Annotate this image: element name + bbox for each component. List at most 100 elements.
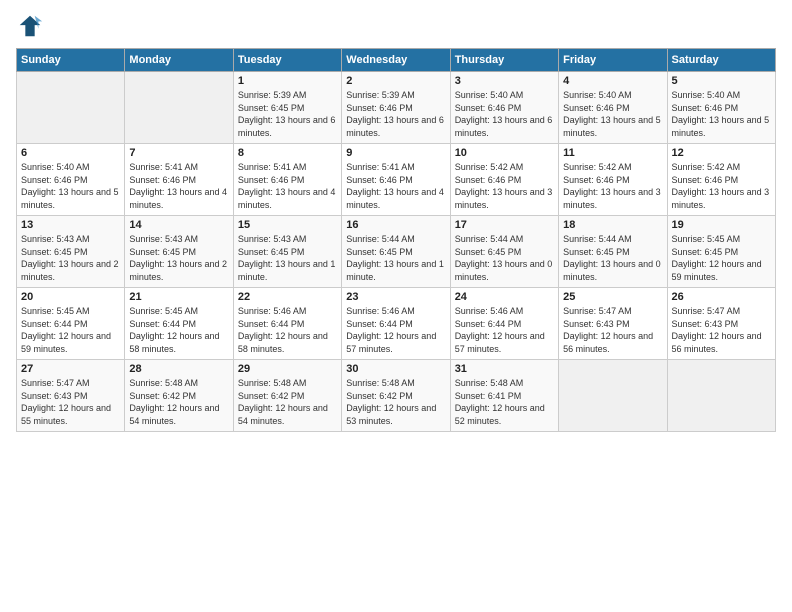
calendar-cell: 10 Sunrise: 5:42 AM Sunset: 6:46 PM Dayli… bbox=[450, 144, 558, 216]
day-number: 17 bbox=[455, 219, 554, 231]
day-info: Sunrise: 5:44 AM Sunset: 6:45 PM Dayligh… bbox=[563, 233, 662, 283]
day-number: 16 bbox=[346, 219, 445, 231]
day-info: Sunrise: 5:45 AM Sunset: 6:44 PM Dayligh… bbox=[21, 305, 120, 355]
day-info: Sunrise: 5:41 AM Sunset: 6:46 PM Dayligh… bbox=[346, 161, 445, 211]
day-info: Sunrise: 5:47 AM Sunset: 6:43 PM Dayligh… bbox=[563, 305, 662, 355]
day-number: 30 bbox=[346, 363, 445, 375]
calendar-cell: 31 Sunrise: 5:48 AM Sunset: 6:41 PM Dayli… bbox=[450, 360, 558, 432]
calendar-cell: 1 Sunrise: 5:39 AM Sunset: 6:45 PM Daylig… bbox=[233, 72, 341, 144]
day-number: 31 bbox=[455, 363, 554, 375]
day-info: Sunrise: 5:46 AM Sunset: 6:44 PM Dayligh… bbox=[455, 305, 554, 355]
calendar-cell: 22Sunrise: 5:46 AM Sunset: 6:44 PM Dayli… bbox=[233, 288, 341, 360]
day-info: Sunrise: 5:47 AM Sunset: 6:43 PM Dayligh… bbox=[672, 305, 771, 355]
calendar-cell: 15Sunrise: 5:43 AM Sunset: 6:45 PM Dayli… bbox=[233, 216, 341, 288]
calendar-cell: 30 Sunrise: 5:48 AM Sunset: 6:42 PM Dayli… bbox=[342, 360, 450, 432]
day-info: Sunrise: 5:40 AM Sunset: 6:46 PM Dayligh… bbox=[563, 89, 662, 139]
calendar-cell: 24 Sunrise: 5:46 AM Sunset: 6:44 PM Dayli… bbox=[450, 288, 558, 360]
day-info: Sunrise: 5:41 AM Sunset: 6:46 PM Dayligh… bbox=[129, 161, 228, 211]
weekday-header-saturday: Saturday bbox=[667, 49, 775, 72]
calendar-cell: 26 Sunrise: 5:47 AM Sunset: 6:43 PM Dayli… bbox=[667, 288, 775, 360]
calendar-cell: 5 Sunrise: 5:40 AM Sunset: 6:46 PM Daylig… bbox=[667, 72, 775, 144]
day-info: Sunrise: 5:42 AM Sunset: 6:46 PM Dayligh… bbox=[455, 161, 554, 211]
day-info: Sunrise: 5:44 AM Sunset: 6:45 PM Dayligh… bbox=[455, 233, 554, 283]
calendar-cell: 6Sunrise: 5:40 AM Sunset: 6:46 PM Daylig… bbox=[17, 144, 125, 216]
day-info: Sunrise: 5:46 AM Sunset: 6:44 PM Dayligh… bbox=[346, 305, 445, 355]
weekday-header-thursday: Thursday bbox=[450, 49, 558, 72]
day-info: Sunrise: 5:39 AM Sunset: 6:45 PM Dayligh… bbox=[238, 89, 337, 139]
calendar-week-1: 6Sunrise: 5:40 AM Sunset: 6:46 PM Daylig… bbox=[17, 144, 776, 216]
day-info: Sunrise: 5:48 AM Sunset: 6:42 PM Dayligh… bbox=[129, 377, 228, 427]
calendar-cell: 7 Sunrise: 5:41 AM Sunset: 6:46 PM Daylig… bbox=[125, 144, 233, 216]
day-info: Sunrise: 5:39 AM Sunset: 6:46 PM Dayligh… bbox=[346, 89, 445, 139]
calendar-cell: 2 Sunrise: 5:39 AM Sunset: 6:46 PM Daylig… bbox=[342, 72, 450, 144]
day-number: 3 bbox=[455, 75, 554, 87]
day-info: Sunrise: 5:42 AM Sunset: 6:46 PM Dayligh… bbox=[563, 161, 662, 211]
calendar-cell bbox=[125, 72, 233, 144]
day-number: 11 bbox=[563, 147, 662, 159]
day-number: 4 bbox=[563, 75, 662, 87]
calendar-cell: 14 Sunrise: 5:43 AM Sunset: 6:45 PM Dayli… bbox=[125, 216, 233, 288]
calendar-week-2: 13Sunrise: 5:43 AM Sunset: 6:45 PM Dayli… bbox=[17, 216, 776, 288]
calendar-cell: 28 Sunrise: 5:48 AM Sunset: 6:42 PM Dayli… bbox=[125, 360, 233, 432]
calendar-cell: 16 Sunrise: 5:44 AM Sunset: 6:45 PM Dayli… bbox=[342, 216, 450, 288]
calendar-cell: 9 Sunrise: 5:41 AM Sunset: 6:46 PM Daylig… bbox=[342, 144, 450, 216]
calendar-cell: 13Sunrise: 5:43 AM Sunset: 6:45 PM Dayli… bbox=[17, 216, 125, 288]
calendar-cell: 19 Sunrise: 5:45 AM Sunset: 6:45 PM Dayli… bbox=[667, 216, 775, 288]
logo bbox=[16, 12, 48, 40]
calendar-cell bbox=[17, 72, 125, 144]
calendar-cell: 17 Sunrise: 5:44 AM Sunset: 6:45 PM Dayli… bbox=[450, 216, 558, 288]
day-info: Sunrise: 5:40 AM Sunset: 6:46 PM Dayligh… bbox=[455, 89, 554, 139]
day-number: 24 bbox=[455, 291, 554, 303]
day-number: 25 bbox=[563, 291, 662, 303]
day-info: Sunrise: 5:40 AM Sunset: 6:46 PM Dayligh… bbox=[672, 89, 771, 139]
day-number: 26 bbox=[672, 291, 771, 303]
day-info: Sunrise: 5:43 AM Sunset: 6:45 PM Dayligh… bbox=[238, 233, 337, 283]
day-info: Sunrise: 5:43 AM Sunset: 6:45 PM Dayligh… bbox=[21, 233, 120, 283]
day-number: 18 bbox=[563, 219, 662, 231]
calendar-cell: 18 Sunrise: 5:44 AM Sunset: 6:45 PM Dayli… bbox=[559, 216, 667, 288]
day-number: 19 bbox=[672, 219, 771, 231]
page: SundayMondayTuesdayWednesdayThursdayFrid… bbox=[0, 0, 792, 612]
weekday-header-monday: Monday bbox=[125, 49, 233, 72]
calendar-cell: 25 Sunrise: 5:47 AM Sunset: 6:43 PM Dayli… bbox=[559, 288, 667, 360]
calendar-cell: 20 Sunrise: 5:45 AM Sunset: 6:44 PM Dayli… bbox=[17, 288, 125, 360]
calendar-cell: 8Sunrise: 5:41 AM Sunset: 6:46 PM Daylig… bbox=[233, 144, 341, 216]
weekday-header-tuesday: Tuesday bbox=[233, 49, 341, 72]
day-number: 28 bbox=[129, 363, 228, 375]
calendar-cell: 27Sunrise: 5:47 AM Sunset: 6:43 PM Dayli… bbox=[17, 360, 125, 432]
calendar-week-0: 1 Sunrise: 5:39 AM Sunset: 6:45 PM Daylig… bbox=[17, 72, 776, 144]
day-info: Sunrise: 5:42 AM Sunset: 6:46 PM Dayligh… bbox=[672, 161, 771, 211]
day-info: Sunrise: 5:44 AM Sunset: 6:45 PM Dayligh… bbox=[346, 233, 445, 283]
day-number: 9 bbox=[346, 147, 445, 159]
day-number: 2 bbox=[346, 75, 445, 87]
day-number: 7 bbox=[129, 147, 228, 159]
day-info: Sunrise: 5:43 AM Sunset: 6:45 PM Dayligh… bbox=[129, 233, 228, 283]
day-info: Sunrise: 5:48 AM Sunset: 6:41 PM Dayligh… bbox=[455, 377, 554, 427]
day-number: 5 bbox=[672, 75, 771, 87]
weekday-header-friday: Friday bbox=[559, 49, 667, 72]
calendar-cell: 11 Sunrise: 5:42 AM Sunset: 6:46 PM Dayli… bbox=[559, 144, 667, 216]
day-number: 1 bbox=[238, 75, 337, 87]
day-info: Sunrise: 5:48 AM Sunset: 6:42 PM Dayligh… bbox=[346, 377, 445, 427]
day-number: 10 bbox=[455, 147, 554, 159]
calendar-cell bbox=[559, 360, 667, 432]
day-number: 23 bbox=[346, 291, 445, 303]
calendar-week-3: 20 Sunrise: 5:45 AM Sunset: 6:44 PM Dayli… bbox=[17, 288, 776, 360]
weekday-header-sunday: Sunday bbox=[17, 49, 125, 72]
weekday-row: SundayMondayTuesdayWednesdayThursdayFrid… bbox=[17, 49, 776, 72]
day-info: Sunrise: 5:41 AM Sunset: 6:46 PM Dayligh… bbox=[238, 161, 337, 211]
logo-icon bbox=[16, 12, 44, 40]
calendar-table: SundayMondayTuesdayWednesdayThursdayFrid… bbox=[16, 48, 776, 432]
day-number: 22 bbox=[238, 291, 337, 303]
weekday-header-wednesday: Wednesday bbox=[342, 49, 450, 72]
day-number: 14 bbox=[129, 219, 228, 231]
calendar-cell: 4 Sunrise: 5:40 AM Sunset: 6:46 PM Daylig… bbox=[559, 72, 667, 144]
day-info: Sunrise: 5:45 AM Sunset: 6:45 PM Dayligh… bbox=[672, 233, 771, 283]
day-info: Sunrise: 5:48 AM Sunset: 6:42 PM Dayligh… bbox=[238, 377, 337, 427]
calendar-cell: 23 Sunrise: 5:46 AM Sunset: 6:44 PM Dayli… bbox=[342, 288, 450, 360]
day-number: 6 bbox=[21, 147, 120, 159]
calendar-cell: 12Sunrise: 5:42 AM Sunset: 6:46 PM Dayli… bbox=[667, 144, 775, 216]
day-number: 27 bbox=[21, 363, 120, 375]
header bbox=[16, 12, 776, 40]
day-number: 20 bbox=[21, 291, 120, 303]
